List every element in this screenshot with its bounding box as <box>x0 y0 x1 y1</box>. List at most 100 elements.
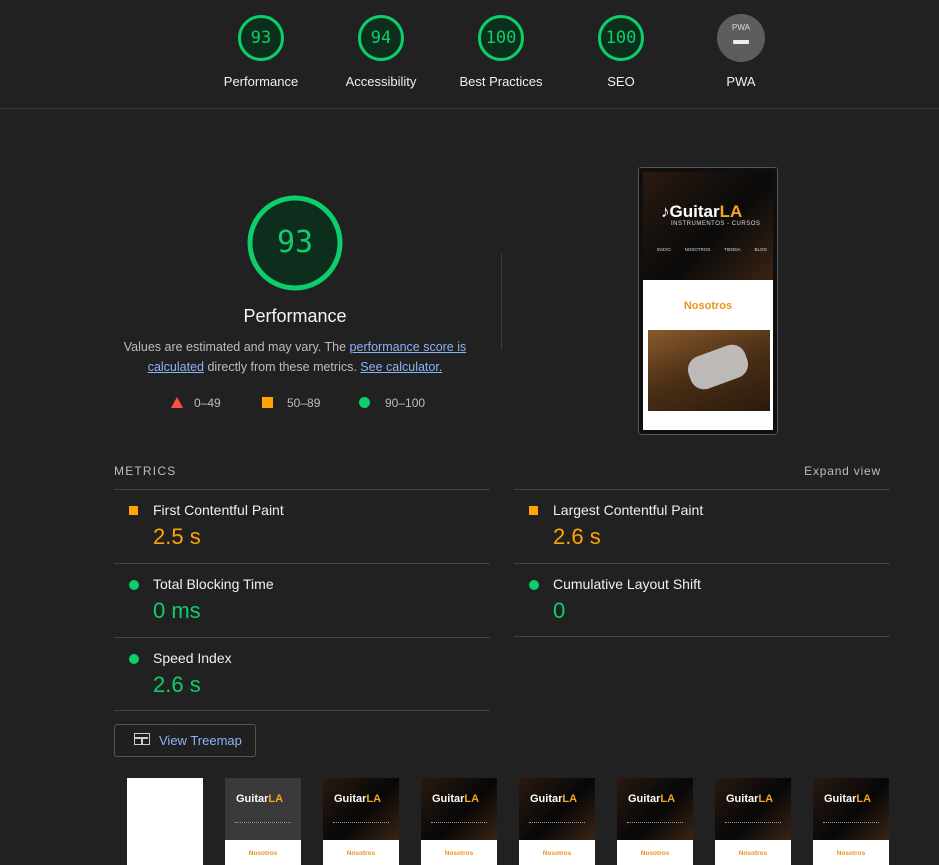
performance-title: Performance <box>243 306 347 326</box>
logo-text: Guitar <box>824 793 857 805</box>
final-screenshot[interactable]: ♪GuitarLA INSTRUMENTOS - CURSOS INICIO N… <box>638 167 778 435</box>
gauge-label: Best Practices <box>459 74 543 89</box>
gauge-label: Accessibility <box>345 74 417 89</box>
guitar-icon: ♪ <box>661 202 670 221</box>
frame-hero <box>617 778 693 840</box>
frame-hero <box>813 778 889 840</box>
pwa-dash <box>733 40 749 44</box>
nav-item: TIENDA <box>724 247 741 252</box>
nav-item: INICIO <box>657 247 671 252</box>
expand-view-toggle[interactable]: Expand view <box>804 464 881 478</box>
logo-text: Guitar <box>236 793 269 805</box>
filmstrip-frame[interactable]: GuitarLA Nosotros <box>421 778 497 865</box>
frame-logo: GuitarLA <box>824 793 871 805</box>
frame-section: Nosotros <box>738 850 768 857</box>
metrics-divider <box>114 710 490 711</box>
gauge-best-practices[interactable]: 100 Best Practices <box>451 14 551 89</box>
circle-icon <box>359 397 370 408</box>
view-treemap-button[interactable]: View Treemap <box>114 724 256 757</box>
metric-value: 2.5 s <box>153 524 201 549</box>
frame-nav <box>725 822 781 824</box>
nav-item: BLOG <box>754 247 767 252</box>
metric-value: 0 <box>553 598 566 623</box>
gauge-performance[interactable]: 93 Performance <box>211 14 311 89</box>
average-square-icon <box>129 506 138 515</box>
metrics-divider <box>514 636 890 637</box>
logo-accent: LA <box>268 793 284 805</box>
metrics-heading: METRICS <box>114 464 177 478</box>
filmstrip-frame[interactable]: GuitarLA Nosotros <box>617 778 693 865</box>
filmstrip-frame[interactable]: GuitarLA Nosotros <box>519 778 595 865</box>
pass-circle-icon <box>129 580 139 590</box>
gauge-pwa[interactable]: PWA PWA <box>691 14 791 89</box>
gauge-seo[interactable]: 100 SEO <box>571 14 671 89</box>
logo-text: Guitar <box>726 793 759 805</box>
logo-accent: LA <box>660 793 676 805</box>
filmstrip-frame[interactable]: GuitarLA Nosotros <box>225 778 301 865</box>
site-tagline: INSTRUMENTOS - CURSOS <box>671 221 761 227</box>
frame-section: Nosotros <box>542 850 572 857</box>
metric-value: 2.6 s <box>153 672 201 697</box>
logo-text: Guitar <box>530 793 563 805</box>
frame-logo: GuitarLA <box>236 793 283 805</box>
vertical-divider <box>501 254 502 350</box>
see-calculator-link[interactable]: See calculator. <box>360 360 442 374</box>
legend-label: 50–89 <box>287 396 321 410</box>
logo-accent: LA <box>758 793 774 805</box>
gauge-score: 100 <box>605 28 637 48</box>
metric-lcp: Largest Contentful Paint 2.6 s <box>514 489 890 563</box>
frame-logo: GuitarLA <box>432 793 479 805</box>
frame-section: Nosotros <box>346 850 376 857</box>
frame-nav <box>529 822 585 824</box>
logo-accent: LA <box>856 793 872 805</box>
desc-text: directly from these metrics. <box>204 360 361 374</box>
guitar-image <box>648 330 770 411</box>
frame-logo: GuitarLA <box>628 793 675 805</box>
logo-accent: LA <box>366 793 382 805</box>
logo-text: Guitar <box>669 202 720 221</box>
gauge-score: 100 <box>485 28 517 48</box>
logo-accent: LA <box>562 793 578 805</box>
frame-nav <box>823 822 879 824</box>
pwa-badge-icon: PWA <box>717 14 765 62</box>
frame-hero <box>421 778 497 840</box>
frame-hero <box>323 778 399 840</box>
desc-text: Values are estimated and may vary. The <box>123 340 350 354</box>
legend-fail: 0–49 <box>171 396 221 410</box>
frame-nav <box>333 822 389 824</box>
filmstrip-frame[interactable]: GuitarLA Nosotros <box>813 778 889 865</box>
gauge-label: Performance <box>223 74 299 89</box>
metric-cls: Cumulative Layout Shift 0 <box>514 563 890 637</box>
frame-section: Nosotros <box>444 850 474 857</box>
square-icon <box>262 397 273 408</box>
legend-average: 50–89 <box>262 396 320 410</box>
frame-hero <box>715 778 791 840</box>
legend-label: 90–100 <box>385 396 426 410</box>
legend-label: 0–49 <box>194 396 221 410</box>
filmstrip-frame[interactable]: GuitarLA Nosotros <box>715 778 791 865</box>
frame-section: Nosotros <box>248 850 278 857</box>
gauge-accessibility[interactable]: 94 Accessibility <box>331 14 431 89</box>
filmstrip-frame[interactable]: GuitarLA Nosotros <box>323 778 399 865</box>
category-header: 93 Performance 94 Accessibility 100 Best… <box>0 0 939 109</box>
pwa-badge-text: PWA <box>732 23 750 32</box>
metric-value: 2.6 s <box>553 524 601 549</box>
performance-description: Values are estimated and may vary. The p… <box>120 337 470 377</box>
frame-nav <box>627 822 683 824</box>
frame-hero <box>225 778 301 840</box>
logo-accent: LA <box>464 793 480 805</box>
metric-title: Total Blocking Time <box>153 576 274 592</box>
frame-hero <box>519 778 595 840</box>
gauge-score: 93 <box>250 28 272 48</box>
gauge-label: SEO <box>607 74 635 89</box>
metric-title: Largest Contentful Paint <box>553 502 704 518</box>
logo-text: Guitar <box>432 793 465 805</box>
section-title: Nosotros <box>683 300 733 312</box>
screenshot-hero: ♪GuitarLA INSTRUMENTOS - CURSOS INICIO N… <box>643 172 773 280</box>
logo-text: Guitar <box>334 793 367 805</box>
gauge-label: PWA <box>726 74 756 89</box>
treemap-icon <box>134 733 150 745</box>
gauge-score: 94 <box>370 28 392 48</box>
filmstrip-frame-blank[interactable] <box>127 778 203 865</box>
pass-circle-icon <box>529 580 539 590</box>
